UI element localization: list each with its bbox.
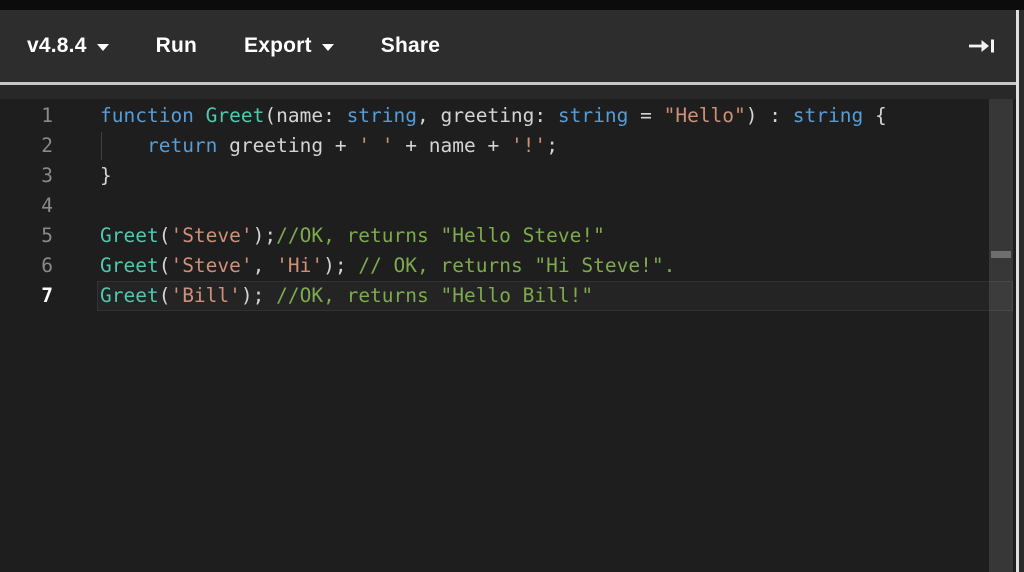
line-number: 6 <box>0 251 53 281</box>
code-token: 'Hi' <box>276 254 323 277</box>
code-content: Greet('Steve');//OK, returns "Hello Stev… <box>53 221 605 251</box>
code-content: Greet('Bill'); //OK, returns "Hello Bill… <box>53 281 593 311</box>
code-token: greeting + <box>217 134 358 157</box>
code-content: Greet('Steve', 'Hi'); // OK, returns "Hi… <box>53 251 675 281</box>
line-number: 1 <box>0 101 53 131</box>
chevron-down-icon <box>322 44 334 51</box>
code-line-1[interactable]: 1function Greet(name: string, greeting: … <box>0 101 1016 131</box>
code-token: string <box>347 104 417 127</box>
code-token: + name + <box>394 134 511 157</box>
run-label: Run <box>156 34 197 58</box>
code-token: //OK, returns "Hello Steve!" <box>276 224 605 247</box>
code-token: ) : <box>746 104 793 127</box>
right-pane-edge <box>1019 10 1024 572</box>
code-token: ( <box>159 284 171 307</box>
toolbar: v4.8.4 Run Export Share <box>0 10 1016 82</box>
collapse-sidebar-button[interactable] <box>968 37 996 55</box>
window-top-strip <box>0 0 1024 10</box>
scrollbar-track[interactable] <box>989 99 1013 572</box>
code-token: ; <box>546 134 558 157</box>
code-token: ' ' <box>358 134 393 157</box>
pane-divider[interactable] <box>1016 10 1019 572</box>
code-token: // OK, returns "Hi Steve!". <box>358 254 675 277</box>
code-token: } <box>100 164 112 187</box>
code-token: 'Steve' <box>170 224 252 247</box>
code-line-3[interactable]: 3} <box>0 161 1016 191</box>
code-token: Greet <box>100 254 159 277</box>
line-number: 5 <box>0 221 53 251</box>
code-token: "Hello" <box>664 104 746 127</box>
export-dropdown[interactable]: Export <box>244 34 334 58</box>
code-token: , greeting: <box>417 104 558 127</box>
share-label: Share <box>381 34 440 58</box>
line-number: 2 <box>0 131 53 161</box>
code-token: //OK, returns "Hello Bill!" <box>276 284 593 307</box>
version-dropdown[interactable]: v4.8.4 <box>27 34 109 58</box>
editor-top-band <box>0 85 1016 99</box>
code-token: string <box>793 104 863 127</box>
export-label: Export <box>244 34 312 58</box>
code-token: = <box>628 104 663 127</box>
code-token: Greet <box>206 104 265 127</box>
code-line-4[interactable]: 4 <box>0 191 1016 221</box>
code-token: return <box>147 134 217 157</box>
code-content: function Greet(name: string, greeting: s… <box>53 101 887 131</box>
code-token: { <box>863 104 886 127</box>
code-token: '!' <box>511 134 546 157</box>
code-line-7[interactable]: 7Greet('Bill'); //OK, returns "Hello Bil… <box>0 281 1016 311</box>
arrow-to-bar-right-icon <box>968 43 996 58</box>
chevron-down-icon <box>97 44 109 51</box>
code-token: 'Bill' <box>170 284 240 307</box>
code-token <box>194 104 206 127</box>
share-button[interactable]: Share <box>381 34 440 58</box>
code-line-2[interactable]: 2 return greeting + ' ' + name + '!'; <box>0 131 1016 161</box>
code-content: } <box>53 161 112 191</box>
code-token: (name: <box>264 104 346 127</box>
version-label: v4.8.4 <box>27 34 87 58</box>
code-token: function <box>100 104 194 127</box>
code-line-6[interactable]: 6Greet('Steve', 'Hi'); // OK, returns "H… <box>0 251 1016 281</box>
code-token: ); <box>241 284 276 307</box>
scrollbar-handle[interactable] <box>991 251 1011 258</box>
code-token: Greet <box>100 224 159 247</box>
code-lines: 1function Greet(name: string, greeting: … <box>0 101 1016 311</box>
code-token: ( <box>159 254 171 277</box>
code-content: return greeting + ' ' + name + '!'; <box>53 131 558 161</box>
code-token: ); <box>323 254 358 277</box>
code-token <box>100 134 147 157</box>
code-token: Greet <box>100 284 159 307</box>
line-number: 3 <box>0 161 53 191</box>
code-line-5[interactable]: 5Greet('Steve');//OK, returns "Hello Ste… <box>0 221 1016 251</box>
line-number: 4 <box>0 191 53 221</box>
code-token: 'Steve' <box>170 254 252 277</box>
code-editor[interactable]: 1function Greet(name: string, greeting: … <box>0 99 1016 572</box>
run-button[interactable]: Run <box>156 34 197 58</box>
code-token: ( <box>159 224 171 247</box>
code-token: , <box>253 254 276 277</box>
line-number: 7 <box>0 281 53 311</box>
code-token: ); <box>253 224 276 247</box>
code-content <box>53 191 100 221</box>
code-token: string <box>558 104 628 127</box>
